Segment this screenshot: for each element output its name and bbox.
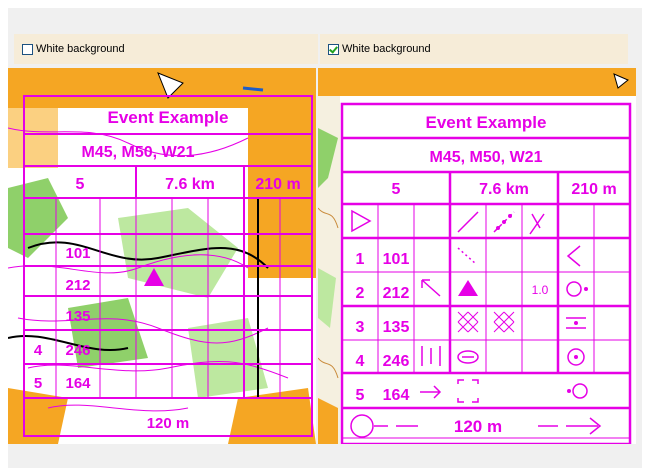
right-white-background-checkbox[interactable] [328,43,339,55]
open-land [8,68,316,108]
right-card-title: Event Example [426,113,547,132]
right-card-climb: 210 m [571,181,616,198]
left-map-svg: Event Example M45, M50, W21 5 7.6 km 210… [8,68,316,444]
num-3: 3 [356,319,365,336]
right-white-background-label: White background [342,43,431,55]
left-code-2: 212 [65,277,90,294]
right-card-svg: Event Example M45, M50, W21 5 7.6 km 210… [318,68,636,444]
right-preview-panel: White background Event Example M45, M50,… [318,8,642,468]
dimension-value: 1.0 [532,283,549,297]
left-num-4: 4 [34,342,43,359]
left-num-5: 5 [34,375,42,392]
num-5: 5 [356,387,365,404]
right-card-classes: M45, M50, W21 [430,149,543,166]
code-1: 101 [383,251,410,268]
num-1: 1 [356,251,365,268]
left-map-preview: Event Example M45, M50, W21 5 7.6 km 210… [8,68,316,444]
left-code-5: 164 [65,375,91,392]
left-white-background-checkbox[interactable] [22,43,33,55]
left-white-background-label: White background [36,43,125,55]
left-card-classes: M45, M50, W21 [82,144,195,161]
left-white-background-option[interactable]: White background [14,34,318,64]
left-code-1: 101 [65,245,90,262]
num-2: 2 [356,285,365,302]
right-map-preview: Event Example M45, M50, W21 5 7.6 km 210… [318,68,636,444]
left-card-climb: 210 m [255,176,300,193]
left-card-title: Event Example [108,108,229,127]
right-white-background-option[interactable]: White background [320,34,628,64]
left-code-4: 246 [65,342,90,359]
code-4: 246 [383,353,410,370]
right-card-course: 5 [392,181,401,198]
left-card-length: 7.6 km [165,176,215,193]
num-4: 4 [356,353,365,370]
left-code-3: 135 [65,308,90,325]
left-preview-panel: White background Event Example M45, M50,… [8,8,318,468]
code-5: 164 [383,387,410,404]
left-card-course: 5 [76,176,85,193]
code-3: 135 [383,319,410,336]
left-finish-distance: 120 m [147,415,190,432]
code-2: 212 [383,285,410,302]
finish-distance: 120 m [454,417,502,436]
right-card-length: 7.6 km [479,181,529,198]
